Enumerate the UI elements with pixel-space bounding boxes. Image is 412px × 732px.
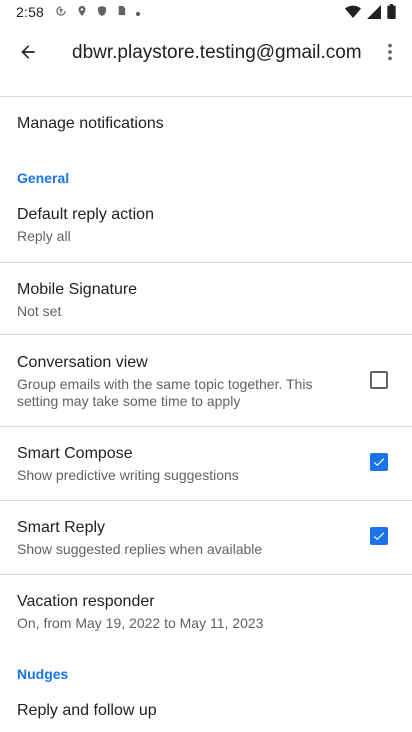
location-icon [76,4,88,21]
default-reply-action-item[interactable]: Default reply action Reply all [0,195,412,261]
dot-icon [135,4,141,20]
smart-compose-checkbox[interactable] [370,453,388,471]
default-reply-action-value: Reply all [17,228,71,244]
conversation-view-title: Conversation view [17,354,148,371]
smart-compose-item[interactable]: Smart Compose Show predictive writing su… [0,427,412,499]
status-bar: 2:58 [0,0,412,24]
section-header-nudges: Nudges [17,666,69,682]
back-arrow-icon [21,45,35,59]
smart-reply-title: Smart Reply [17,519,106,536]
cell-signal-icon [367,4,381,22]
wifi-icon [345,5,361,22]
reply-and-follow-up-title: Reply and follow up [17,702,157,719]
status-notification-icons [54,4,141,21]
smart-reply-checkbox[interactable] [370,527,388,545]
manage-notifications-label: Manage notifications [17,115,164,132]
mobile-signature-title: Mobile Signature [17,281,138,298]
overflow-menu-button[interactable] [376,38,404,66]
smart-reply-item[interactable]: Smart Reply Show suggested replies when … [0,501,412,573]
default-reply-action-title: Default reply action [17,206,154,223]
play-protect-icon [96,4,108,21]
checkmark-icon [373,458,385,467]
mobile-signature-value: Not set [17,303,62,319]
back-button[interactable] [12,38,44,66]
conversation-view-summary-line2: setting may take some time to apply [17,393,241,409]
manage-notifications-item[interactable]: Manage notifications [0,97,412,157]
smart-reply-summary: Show suggested replies when available [17,541,263,557]
reply-and-follow-up-item[interactable]: Reply and follow up [0,690,412,732]
battery-icon [387,4,396,22]
conversation-view-checkbox[interactable] [370,371,388,389]
gmail-notification-icon [54,4,68,21]
conversation-view-summary-line1: Group emails with the same topic togethe… [17,376,313,392]
status-system-icons [345,4,396,22]
conversation-view-item[interactable]: Conversation view Group emails with the … [0,335,412,425]
smart-compose-summary: Show predictive writing suggestions [17,467,239,483]
checkmark-icon [373,532,385,541]
vacation-responder-title: Vacation responder [17,593,155,610]
app-bar: dbwr.playstore.testing@gmail.com [0,24,412,80]
overflow-menu-icon [388,43,392,61]
vacation-responder-summary: On, from May 19, 2022 to May 11, 2023 [17,615,264,631]
sd-card-icon [116,4,127,20]
mobile-signature-item[interactable]: Mobile Signature Not set [0,263,412,333]
account-title: dbwr.playstore.testing@gmail.com [72,42,362,63]
section-header-general: General [17,170,70,186]
smart-compose-title: Smart Compose [17,445,133,462]
status-time: 2:58 [16,4,45,20]
vacation-responder-item[interactable]: Vacation responder On, from May 19, 2022… [0,575,412,647]
